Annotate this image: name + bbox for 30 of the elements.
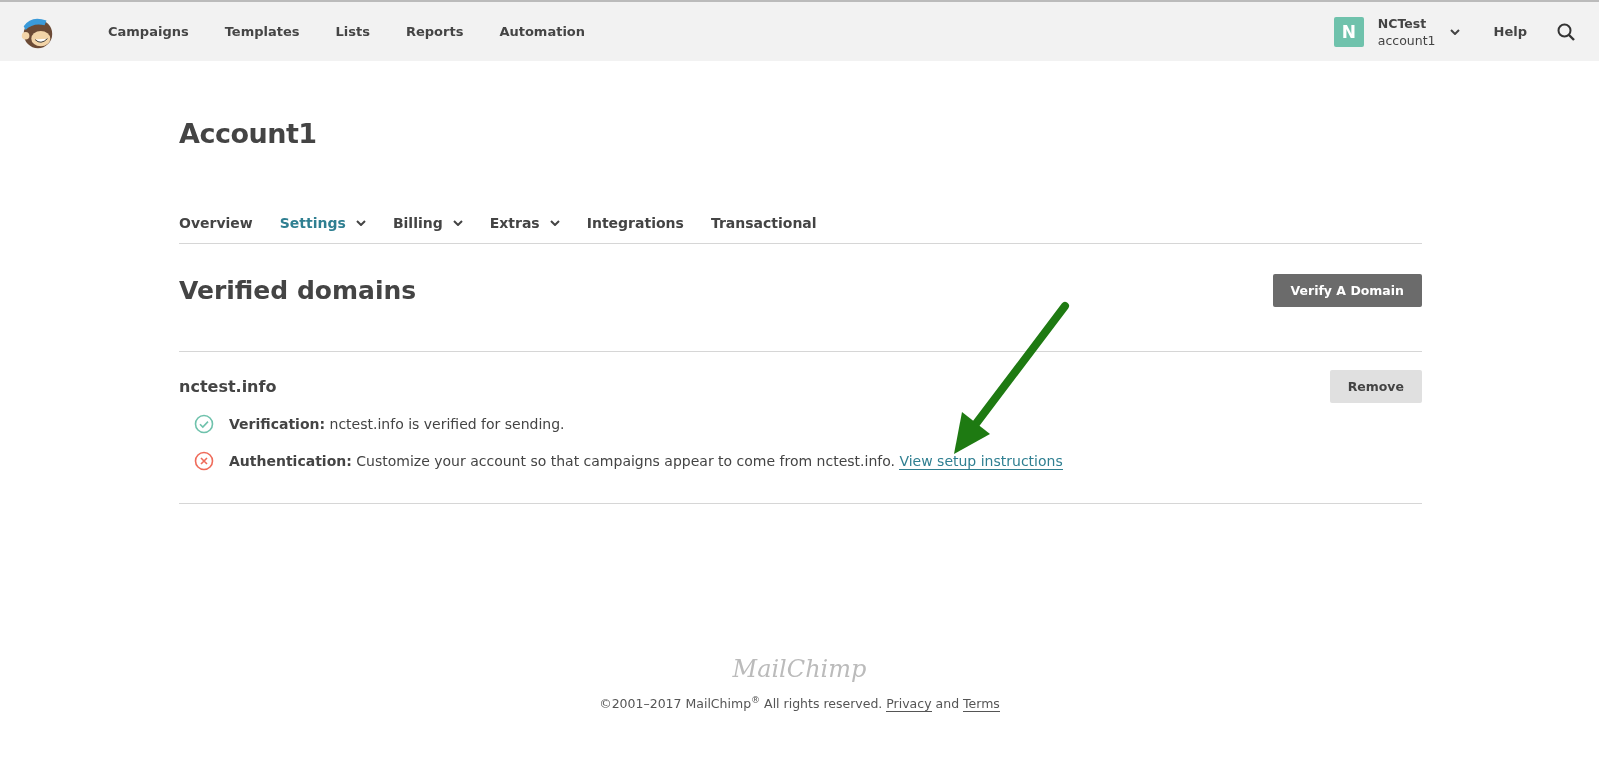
privacy-link[interactable]: Privacy	[886, 696, 932, 713]
check-circle-icon	[194, 413, 214, 434]
tab[interactable]: Extras	[489, 215, 560, 231]
nav-link[interactable]: Campaigns	[90, 24, 207, 39]
chevron-down-icon	[1449, 28, 1460, 35]
tab[interactable]: Transactional	[710, 215, 817, 231]
nav-link[interactable]: Lists	[317, 24, 388, 39]
help-link[interactable]: Help	[1493, 24, 1527, 39]
tab[interactable]: Overview	[179, 215, 253, 231]
remove-button[interactable]: Remove	[1329, 370, 1422, 403]
tab[interactable]: Integrations	[586, 215, 684, 231]
setup-instructions-link[interactable]: View setup instructions	[899, 452, 1063, 470]
avatar-initial: N	[1333, 16, 1364, 47]
domain-name: nctest.info	[179, 377, 277, 396]
status-text: Authentication: Customize your account so that campaigns appear to come from nctest.info. View setup instructions	[229, 452, 1063, 469]
nav-link[interactable]: Automation	[481, 24, 604, 39]
terms-link[interactable]: Terms	[963, 696, 1000, 713]
status-text: Verification: nctest.info is verified for sending.	[229, 415, 565, 432]
footer-logo: MailChimp	[732, 655, 867, 683]
tab[interactable]: Settings	[279, 215, 366, 231]
page-title: Account1	[179, 118, 318, 149]
search-icon[interactable]	[1557, 22, 1575, 41]
nav-link[interactable]: Templates	[206, 24, 318, 39]
nav-link[interactable]: Reports	[387, 24, 482, 39]
copyright-text: ©2001–2017 MailChimp$^{®}$ All rights reserved. Privacy and Terms	[599, 695, 1000, 712]
section-title: Verified domains	[179, 276, 417, 305]
tab[interactable]: Billing	[392, 215, 463, 231]
x-circle-icon	[194, 450, 214, 471]
account-menu[interactable]: NCTest account1	[1377, 14, 1460, 49]
verify-domain-button[interactable]: Verify A Domain	[1272, 274, 1422, 307]
